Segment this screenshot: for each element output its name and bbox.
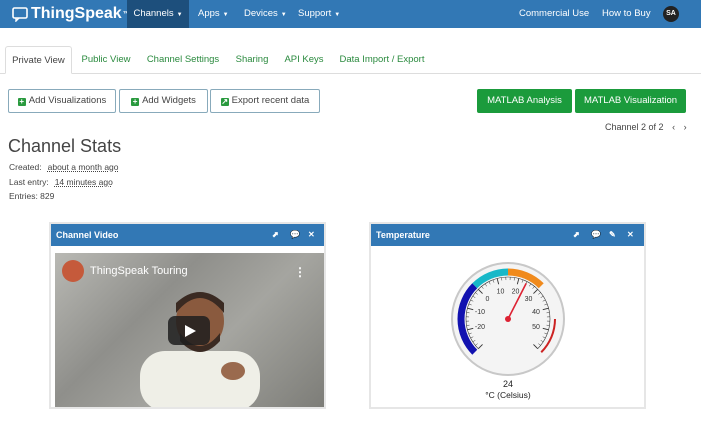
matlab-visualization-button[interactable]: MATLAB Visualization (575, 89, 686, 113)
tab-public-view[interactable]: Public View (76, 46, 136, 73)
gauge-unit: °C (Celsius) (485, 390, 531, 400)
gauge-tick-label: -10 (475, 309, 485, 316)
youtube-video-player[interactable]: ThingSpeak Touring ⋮ (55, 253, 324, 407)
channel-avatar[interactable] (62, 260, 84, 282)
comment-icon[interactable]: 💬 (290, 224, 300, 246)
channel-tabs: Private View Public View Channel Setting… (0, 46, 701, 74)
caret-down-icon: ▼ (280, 12, 287, 18)
comment-icon[interactable]: 💬 (591, 224, 601, 246)
avatar[interactable]: SA (663, 6, 679, 22)
chevron-right-icon[interactable]: › (684, 122, 687, 132)
temperature-gauge: -20 -100 10 20 30 40 50 24 °C (Celsius) (451, 262, 565, 400)
channel-video-widget: Channel Video ⬈ 💬 ✕ ThingSpeak Touring ⋮ (49, 222, 326, 409)
close-icon[interactable]: ✕ (627, 224, 634, 246)
widget-header: Channel Video ⬈ 💬 ✕ (51, 224, 324, 246)
last-entry-label: Last entry: (9, 177, 49, 187)
page-title: Channel Stats (8, 136, 122, 156)
created-label: Created: (9, 162, 42, 172)
tab-api-keys[interactable]: API Keys (280, 46, 328, 73)
nav-apps-label: Apps (198, 8, 220, 19)
temperature-widget: Temperature ⬈ 💬 ✎ ✕ -20 -10 0 10 20 30 40 50 24… (369, 222, 646, 409)
play-button[interactable] (168, 316, 210, 345)
matlab-analysis-button[interactable]: MATLAB Analysis (477, 89, 572, 113)
plus-icon: + (17, 97, 26, 106)
last-entry-row: Last entry: 14 minutes ago (9, 177, 113, 187)
gauge-tick-label: 20 (512, 288, 520, 295)
gauge-hub (505, 316, 511, 322)
export-icon: ↗ (220, 97, 229, 106)
add-visualizations-label: Add Visualizations (28, 95, 107, 106)
chevron-left-icon[interactable]: ‹ (672, 122, 675, 132)
edit-pencil-icon[interactable]: ✎ (609, 224, 616, 246)
plus-icon: + (131, 97, 140, 106)
tab-sharing[interactable]: Sharing (228, 46, 276, 73)
gauge-tick-label: 30 (525, 296, 533, 303)
more-options-icon[interactable]: ⋮ (294, 265, 306, 279)
widget-title: Temperature (376, 230, 430, 240)
pager-text: Channel 2 of 2 (605, 122, 664, 132)
nav-channels[interactable]: Channels ▼ (127, 0, 189, 28)
brand-logo[interactable]: ThingSpeak™ (12, 4, 130, 24)
nav-support[interactable]: Support ▼ (298, 0, 340, 28)
brand-name: ThingSpeak (31, 5, 122, 22)
nav-apps[interactable]: Apps ▼ (198, 0, 229, 28)
add-visualizations-button[interactable]: + Add Visualizations (8, 89, 116, 113)
chat-bubble-icon (12, 6, 28, 22)
video-title[interactable]: ThingSpeak Touring (90, 265, 188, 277)
entries-count: Entries: 829 (9, 191, 55, 201)
nav-commercial-use[interactable]: Commercial Use (519, 0, 589, 28)
created-row: Created: about a month ago (9, 162, 119, 172)
nav-support-label: Support (298, 8, 332, 19)
caret-down-icon: ▼ (176, 12, 183, 18)
widget-title: Channel Video (56, 230, 119, 240)
external-link-icon[interactable]: ⬈ (573, 224, 580, 246)
gauge-tick-label: 0 (486, 296, 490, 303)
add-widgets-label: Add Widgets (142, 95, 196, 106)
tab-channel-settings[interactable]: Channel Settings (141, 46, 225, 73)
gauge-tick-label: -20 (475, 324, 485, 331)
widget-header: Temperature ⬈ 💬 ✎ ✕ (371, 224, 644, 246)
close-icon[interactable]: ✕ (308, 224, 315, 246)
channel-pager: Channel 2 of 2 ‹ › (605, 122, 687, 132)
last-entry-value: 14 minutes ago (54, 177, 113, 187)
gauge-value: 24 (503, 379, 513, 389)
tab-data-import-export[interactable]: Data Import / Export (332, 46, 432, 73)
top-navbar: ThingSpeak™ Channels▼ Apps▼ Devices▼ Sup… (0, 0, 701, 28)
export-recent-data-label: Export recent data (231, 95, 310, 106)
gauge-tick-label: 40 (532, 309, 540, 316)
gauge-tick-label: 10 (497, 288, 505, 295)
nav-devices[interactable]: Devices ▼ (244, 0, 287, 28)
caret-down-icon: ▼ (222, 12, 229, 18)
nav-how-to-buy[interactable]: How to Buy (602, 0, 651, 28)
nav-devices-label: Devices (244, 8, 278, 19)
tab-private-view[interactable]: Private View (5, 46, 72, 74)
created-value: about a month ago (47, 162, 119, 172)
add-widgets-button[interactable]: + Add Widgets (119, 89, 208, 113)
caret-down-icon: ▼ (334, 12, 341, 18)
nav-channels-label: Channels (133, 8, 174, 19)
export-recent-data-button[interactable]: ↗ Export recent data (210, 89, 320, 113)
external-link-icon[interactable]: ⬈ (272, 224, 279, 246)
gauge-tick-label: 50 (532, 324, 540, 331)
